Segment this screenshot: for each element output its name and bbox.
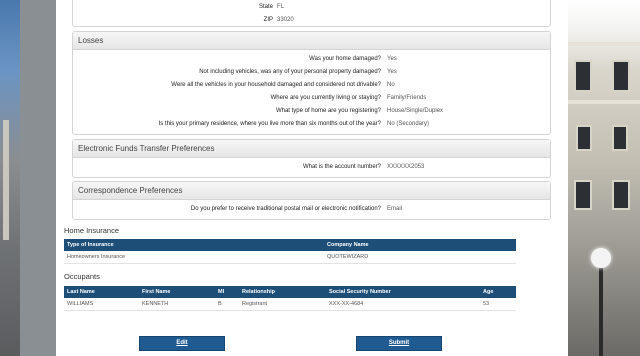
loss-row: What type of home are you registering? H…: [73, 105, 550, 118]
table-cell: Registrant: [242, 301, 268, 307]
eft-row: What is the account number? XXXXXX2053: [73, 161, 550, 174]
losses-section: Losses Was your home damaged? Yes Not in…: [72, 31, 551, 135]
table-header: Last Name First Name MI Relationship Soc…: [64, 286, 516, 298]
losses-title: Losses: [73, 32, 550, 50]
loss-answer: House/Single/Duplex: [387, 108, 444, 114]
account-number-answer: XXXXXX2053: [387, 164, 425, 170]
table-cell: XXX-XX-4684: [329, 301, 364, 307]
occupants-title: Occupants: [64, 272, 100, 281]
eft-title: Electronic Funds Transfer Preferences: [73, 140, 550, 158]
eft-section: Electronic Funds Transfer Preferences Wh…: [72, 139, 551, 178]
loss-question: Not including vehicles, was any of your …: [199, 69, 381, 75]
loss-answer: No (Secondary): [387, 121, 430, 127]
table-cell: QUOTEWIZARD: [327, 254, 369, 260]
notification-question: Do you prefer to receive traditional pos…: [190, 206, 381, 212]
loss-question: Were all the vehicles in your household …: [171, 82, 381, 88]
loss-answer: No: [387, 82, 395, 88]
correspondence-row: Do you prefer to receive traditional pos…: [73, 203, 550, 216]
correspondence-section: Correspondence Preferences Do you prefer…: [72, 181, 551, 220]
table-cell: Homeowners Insurance: [67, 254, 126, 260]
loss-answer: Yes: [387, 69, 397, 75]
loss-answer: Yes: [387, 56, 397, 62]
state-value: FL: [277, 4, 285, 10]
background-right-building: [568, 0, 640, 356]
address-box: State FL ZIP 33020: [72, 0, 551, 27]
column-header: Type of Insurance: [67, 242, 114, 248]
table-cell: KENNETH: [142, 301, 169, 307]
loss-question: Was your home damaged?: [309, 56, 381, 62]
loss-row: Is this your primary residence, where yo…: [73, 118, 550, 131]
loss-row: Not including vehicles, was any of your …: [73, 66, 550, 79]
zip-value: 33020: [277, 17, 294, 23]
loss-question: What type of home are you registering?: [275, 108, 381, 114]
home-insurance-title: Home Insurance: [64, 226, 120, 235]
table-row: Homeowners Insurance QUOTEWIZARD: [64, 251, 516, 264]
column-header: Social Security Number: [329, 289, 391, 295]
submit-button[interactable]: Submit: [356, 336, 442, 351]
zip-label: ZIP: [263, 17, 273, 23]
state-row: State FL: [73, 1, 550, 14]
column-header: MI: [218, 289, 225, 295]
occupants-table: Last Name First Name MI Relationship Soc…: [64, 286, 516, 311]
state-label: State: [258, 4, 273, 10]
street-lamp: [591, 248, 611, 268]
correspondence-title: Correspondence Preferences: [73, 182, 550, 200]
loss-question: Where are you currently living or stayin…: [270, 95, 381, 101]
table-row: WILLIAMS KENNETH B Registrant XXX-XX-468…: [64, 298, 516, 311]
table-cell: WILLIAMS: [67, 301, 94, 307]
table-cell: 53: [483, 301, 490, 307]
table-header: Type of Insurance Company Name: [64, 239, 516, 251]
notification-answer: Email: [387, 206, 403, 212]
column-header: Last Name: [67, 289, 95, 295]
form-panel: State FL ZIP 33020 Losses Was your home …: [56, 0, 568, 356]
column-header: Relationship: [242, 289, 276, 295]
loss-row: Where are you currently living or stayin…: [73, 92, 550, 105]
column-header: Age: [483, 289, 494, 295]
table-cell: B: [218, 301, 222, 307]
column-header: Company Name: [327, 242, 369, 248]
loss-row: Were all the vehicles in your household …: [73, 79, 550, 92]
lamp-post: [599, 266, 603, 356]
loss-question: Is this your primary residence, where yo…: [158, 121, 381, 127]
loss-answer: Family/Friends: [387, 95, 427, 101]
edit-button[interactable]: Edit: [139, 336, 225, 351]
loss-row: Was your home damaged? Yes: [73, 53, 550, 66]
account-number-question: What is the account number?: [302, 164, 381, 170]
zip-row: ZIP 33020: [73, 14, 550, 27]
column-header: First Name: [142, 289, 171, 295]
home-insurance-table: Type of Insurance Company Name Homeowner…: [64, 239, 516, 264]
background-left-building: [0, 0, 20, 356]
